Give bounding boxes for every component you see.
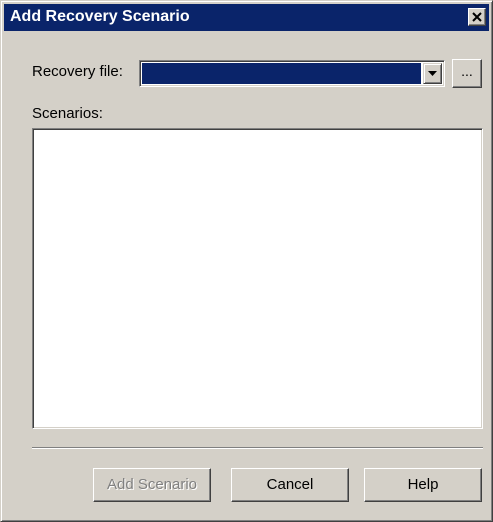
chevron-down-icon	[428, 71, 437, 76]
recovery-file-dropdown-button[interactable]	[423, 63, 442, 84]
dialog-title: Add Recovery Scenario	[10, 8, 190, 25]
scenarios-label: Scenarios:	[32, 105, 103, 122]
recovery-file-value[interactable]	[142, 63, 421, 84]
recovery-file-label: Recovery file:	[32, 63, 123, 80]
add-scenario-button[interactable]: Add Scenario	[93, 468, 211, 502]
scenarios-list[interactable]	[32, 128, 483, 429]
close-icon	[472, 12, 482, 22]
help-button[interactable]: Help	[364, 468, 482, 502]
title-bar[interactable]: Add Recovery Scenario	[4, 4, 489, 31]
browse-button[interactable]: ...	[452, 59, 482, 88]
add-recovery-scenario-dialog: Add Recovery Scenario Recovery file: ...…	[0, 0, 493, 522]
separator	[32, 447, 483, 449]
recovery-file-combobox[interactable]	[139, 60, 445, 87]
close-button[interactable]	[468, 8, 486, 26]
cancel-button[interactable]: Cancel	[231, 468, 349, 502]
